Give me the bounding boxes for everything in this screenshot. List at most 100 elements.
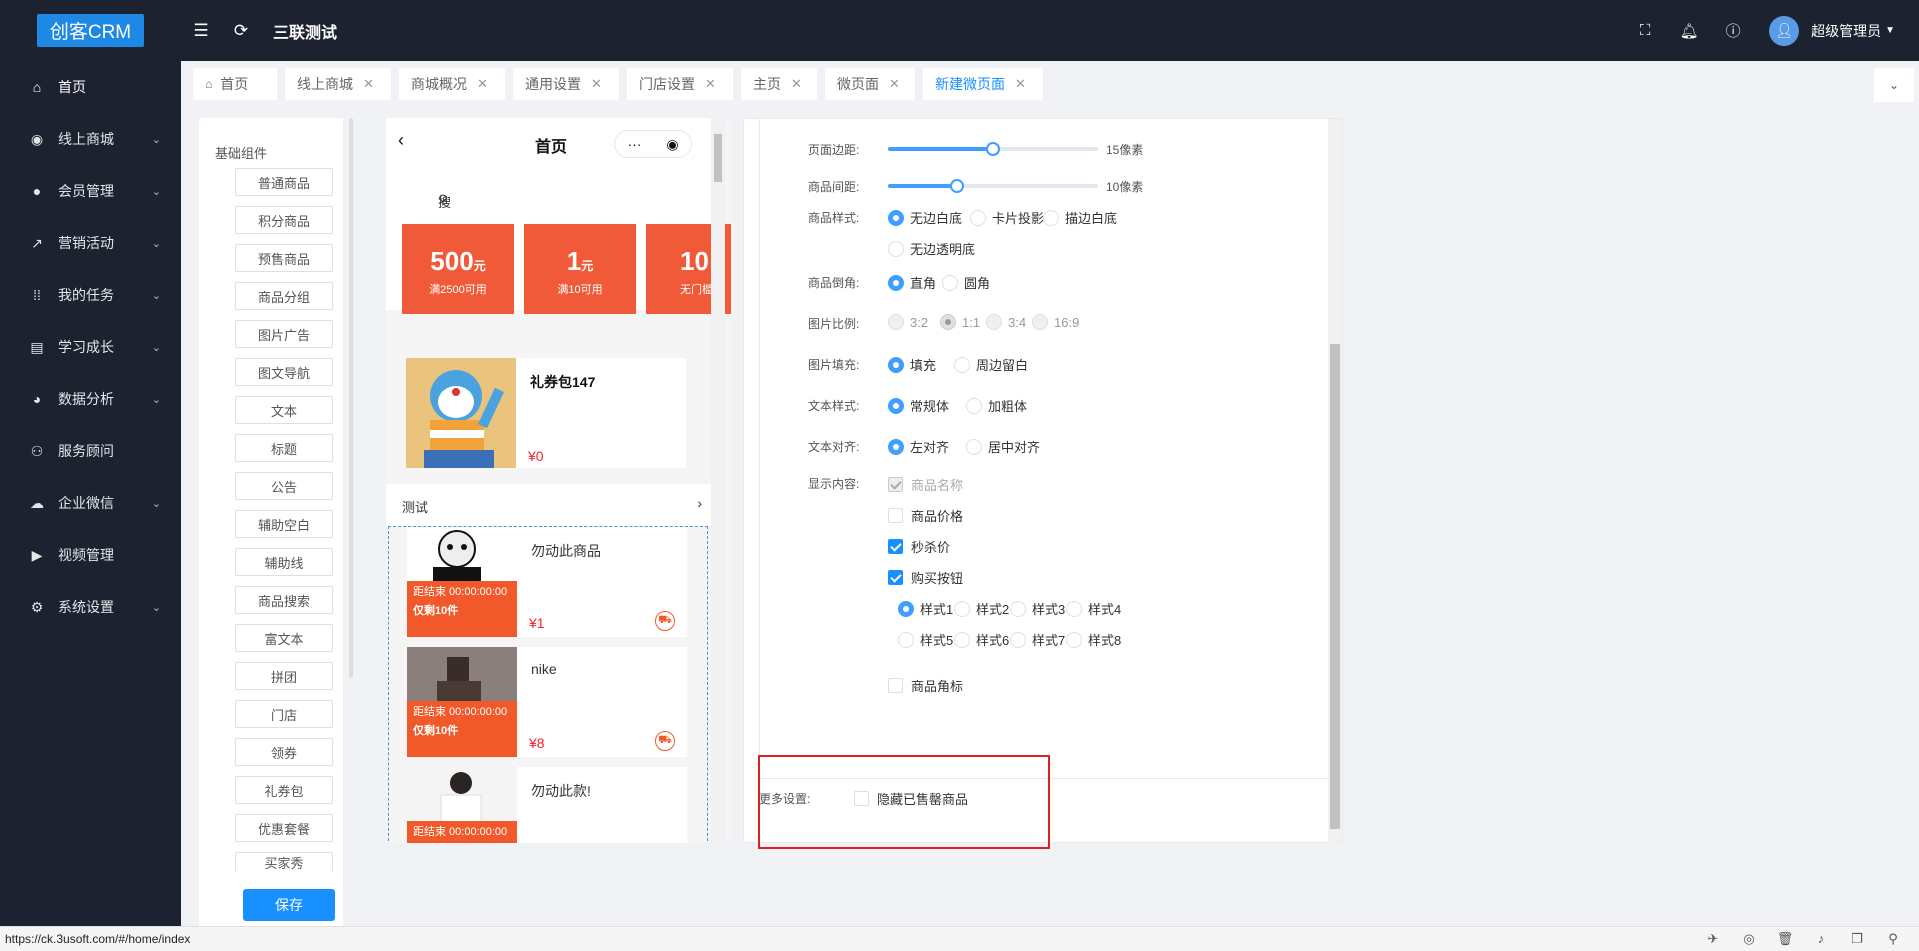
checkbox-buy-button[interactable]: 购买按钮 [888,568,963,587]
checkbox-product-price[interactable]: 商品价格 [888,506,963,525]
component-button[interactable]: 辅助空白 [235,510,333,538]
close-icon[interactable]: ✕ [705,76,716,92]
component-button[interactable]: 门店 [235,700,333,728]
checkbox-corner-tag[interactable]: 商品角标 [888,676,963,695]
sidebar-item-marketing[interactable]: ↗ 营销活动 ⌄ [0,217,181,269]
refresh-icon[interactable]: ⟳ [221,21,261,41]
radio-ratio-3-4[interactable]: 3:4 [986,314,1026,330]
radio-button-style-8[interactable]: 样式8 [1066,630,1121,649]
component-button[interactable]: 公告 [235,472,333,500]
sidebar-item-advisor[interactable]: ⚇ 服务顾问 [0,425,181,477]
sidebar-item-video[interactable]: ▶ 视频管理 [0,529,181,581]
component-button[interactable]: 领券 [235,738,333,766]
cart-icon[interactable]: ⛟ [655,611,675,631]
collapse-menu-icon[interactable]: ☰ [181,21,221,41]
component-button[interactable]: 优惠套餐 [235,814,333,842]
checkbox-seckill-price[interactable]: 秒杀价 [888,537,950,556]
preview-scrollbar[interactable] [711,118,725,843]
radio-square-corner[interactable]: 直角 [888,273,936,292]
radio-ratio-1-1[interactable]: 1:1 [940,314,980,330]
product-search-bar[interactable]: ⚲搜索商品 [386,168,716,267]
bell-icon[interactable]: 🔔︎ [1667,22,1711,40]
component-button[interactable]: 积分商品 [235,206,333,234]
component-button[interactable]: 辅助线 [235,548,333,576]
close-icon[interactable]: ✕ [889,76,900,92]
pin-icon[interactable]: ✈ [1695,931,1731,947]
gift-package-card[interactable]: 礼券包147 ¥0 [406,358,686,468]
component-button[interactable]: 礼券包 [235,776,333,804]
sidebar-item-members[interactable]: ● 会员管理 ⌄ [0,165,181,217]
page-margin-slider[interactable] [888,142,1098,156]
radio-fill[interactable]: 填充 [888,355,936,374]
radio-bold[interactable]: 加粗体 [966,396,1027,415]
radio-align-center[interactable]: 居中对齐 [966,437,1040,456]
tab-new-micro-page[interactable]: 新建微页面 ✕ [923,68,1043,100]
radio-ratio-16-9[interactable]: 16:9 [1032,314,1079,330]
product-card[interactable]: 距结束 00:00:00:00 仅剩10件 nike ¥8 ⛟ [407,647,687,757]
settings-scrollbar-thumb[interactable] [1330,344,1340,829]
component-button[interactable]: 拼团 [235,662,333,690]
radio-button-style-6[interactable]: 样式6 [954,630,1009,649]
window-icon[interactable]: ❐ [1839,931,1875,947]
app-logo[interactable]: 创客CRM [36,14,145,47]
radio-no-border-white[interactable]: 无边白底 [888,208,962,227]
tabs-dropdown-icon[interactable]: ⌄ [1874,68,1914,102]
radio-card-shadow[interactable]: 卡片投影 [970,208,1044,227]
close-icon[interactable]: ✕ [1015,76,1026,92]
component-button[interactable]: 普通商品 [235,168,333,196]
radio-regular[interactable]: 常规体 [888,396,949,415]
settings-scrollbar[interactable] [1328,119,1342,844]
radio-button-style-5[interactable]: 样式5 [898,630,953,649]
radio-ratio-3-2[interactable]: 3:2 [888,314,928,330]
sidebar-item-wecom[interactable]: ☁ 企业微信 ⌄ [0,477,181,529]
close-icon[interactable]: ✕ [363,76,374,92]
component-button[interactable]: 图片广告 [235,320,333,348]
sidebar-item-tasks[interactable]: ⁞⁞ 我的任务 ⌄ [0,269,181,321]
sound-icon[interactable]: ♪ [1803,931,1839,947]
help-icon[interactable]: ⓘ [1711,20,1755,41]
item-gap-slider[interactable] [888,179,1098,193]
radio-button-style-3[interactable]: 样式3 [1010,599,1065,618]
section-header[interactable]: 测试 › [386,484,716,526]
component-scrollbar[interactable] [349,118,353,678]
tab-online-mall[interactable]: 线上商城 ✕ [285,68,391,100]
product-card[interactable]: 距结束 00:00:00:00 勿动此款! [407,767,687,843]
coupon-card[interactable]: 1元 满10可用 [524,224,636,314]
sidebar-item-online-mall[interactable]: ◉ 线上商城 ⌄ [0,113,181,165]
close-icon[interactable]: ✕ [591,76,602,92]
checkbox-product-name[interactable]: 商品名称 [888,475,963,494]
radio-button-style-2[interactable]: 样式2 [954,599,1009,618]
radio-padding[interactable]: 周边留白 [954,355,1028,374]
tab-micro-page[interactable]: 微页面 ✕ [825,68,915,100]
sidebar-item-analytics[interactable]: ◕ 数据分析 ⌄ [0,373,181,425]
sidebar-item-settings[interactable]: ⚙ 系统设置 ⌄ [0,581,181,633]
close-icon[interactable]: ✕ [477,76,488,92]
product-card[interactable]: 距结束 00:00:00:00 仅剩10件 勿动此商品 ¥1 ⛟ [407,527,687,637]
radio-button-style-7[interactable]: 样式7 [1010,630,1065,649]
component-button[interactable]: 商品分组 [235,282,333,310]
tab-mall-overview[interactable]: 商城概况 ✕ [399,68,505,100]
component-button[interactable]: 文本 [235,396,333,424]
radio-button-style-4[interactable]: 样式4 [1066,599,1121,618]
radio-round-corner[interactable]: 圆角 [942,273,990,292]
radio-align-left[interactable]: 左对齐 [888,437,949,456]
tab-store-settings[interactable]: 门店设置 ✕ [627,68,733,100]
sidebar-item-home[interactable]: ⌂ 首页 [0,61,181,113]
avatar[interactable]: 👤︎ [1769,15,1800,46]
component-button[interactable]: 买家秀 [235,852,333,872]
more-dots-icon[interactable]: ··· [627,136,641,152]
radio-transparent[interactable]: 无边透明底 [888,239,975,258]
sidebar-item-learning[interactable]: ▤ 学习成长 ⌄ [0,321,181,373]
component-button[interactable]: 商品搜索 [235,586,333,614]
save-button[interactable]: 保存 [243,889,335,921]
product-list-selected[interactable]: 距结束 00:00:00:00 仅剩10件 勿动此商品 ¥1 ⛟ 距结束 00:… [388,526,708,843]
close-icon[interactable]: ✕ [791,76,802,92]
fullscreen-icon[interactable]: ⛶ [1623,22,1667,39]
preview-scrollbar-thumb[interactable] [714,134,722,182]
component-button[interactable]: 标题 [235,434,333,462]
user-name[interactable]: 超级管理员 [1811,21,1881,41]
coupon-card[interactable]: 500元 满2500可用 [402,224,514,314]
cart-icon[interactable]: ⛟ [655,731,675,751]
component-button[interactable]: 图文导航 [235,358,333,386]
caret-down-icon[interactable]: ▼ [1885,25,1895,36]
